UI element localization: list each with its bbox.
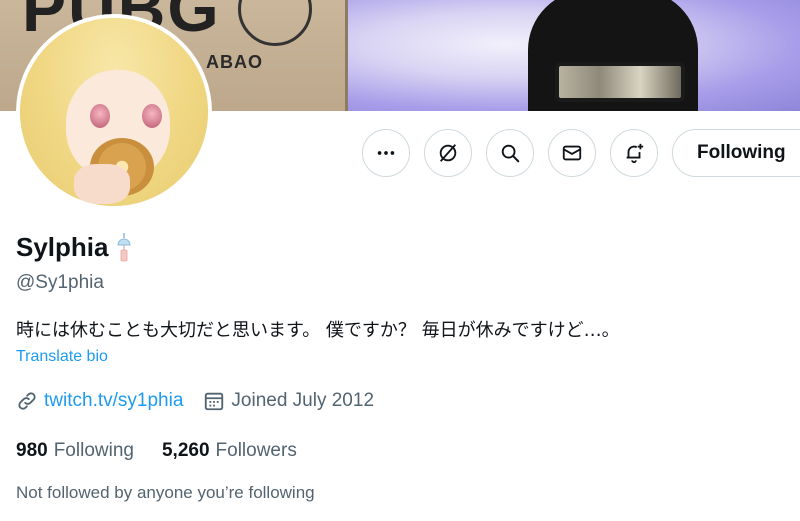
followers-count: 5,260 bbox=[161, 440, 210, 461]
more-horizontal-icon bbox=[377, 151, 395, 155]
mail-icon bbox=[562, 145, 582, 161]
grok-button[interactable] bbox=[424, 129, 472, 177]
link-icon bbox=[18, 392, 36, 410]
joined-date: Joined July 2012 bbox=[203, 390, 374, 412]
display-name: Sylphia bbox=[16, 232, 109, 262]
mutual-followers-note: Not followed by anyone you’re following bbox=[16, 483, 315, 502]
translate-bio-link[interactable]: Translate bio bbox=[16, 348, 108, 366]
followers-label: Followers bbox=[215, 440, 297, 461]
followers-count-link[interactable]: 5,260 Followers bbox=[162, 440, 297, 462]
search-button[interactable] bbox=[486, 129, 534, 177]
following-count: 980 bbox=[16, 440, 48, 461]
wind-chime-icon bbox=[117, 232, 131, 261]
message-button[interactable] bbox=[548, 129, 596, 177]
website-link[interactable]: twitch.tv/sy1phia bbox=[16, 390, 183, 412]
banner-visor bbox=[555, 62, 685, 102]
banner-box-subtext: ABAO bbox=[206, 52, 263, 72]
following-label: Following bbox=[53, 440, 134, 461]
avatar-eye-right bbox=[142, 104, 162, 128]
notify-button[interactable] bbox=[610, 129, 658, 177]
bio-text: 時には休むことも大切だと思います。 僕ですか？ 毎日が休みですけど…。 bbox=[16, 320, 620, 341]
bell-plus-icon bbox=[626, 143, 644, 164]
following-button[interactable]: Following bbox=[672, 129, 800, 177]
more-button[interactable] bbox=[362, 129, 410, 177]
display-name-row: Sylphia bbox=[16, 232, 134, 263]
follow-counts: 980 Following 5,260 Followers bbox=[16, 440, 325, 462]
website-label: twitch.tv/sy1phia bbox=[44, 390, 184, 411]
joined-label: Joined July 2012 bbox=[231, 390, 375, 411]
avatar-eye-left bbox=[90, 104, 110, 128]
grok-icon bbox=[439, 144, 457, 162]
profile-meta: twitch.tv/sy1phia Joined July 2012 bbox=[16, 390, 374, 412]
following-count-link[interactable]: 980 Following bbox=[16, 440, 134, 462]
search-icon bbox=[501, 144, 520, 163]
user-handle: @Sy1phia bbox=[16, 272, 104, 293]
avatar[interactable] bbox=[16, 14, 212, 210]
calendar-icon bbox=[205, 392, 224, 411]
avatar-hand bbox=[74, 164, 130, 204]
